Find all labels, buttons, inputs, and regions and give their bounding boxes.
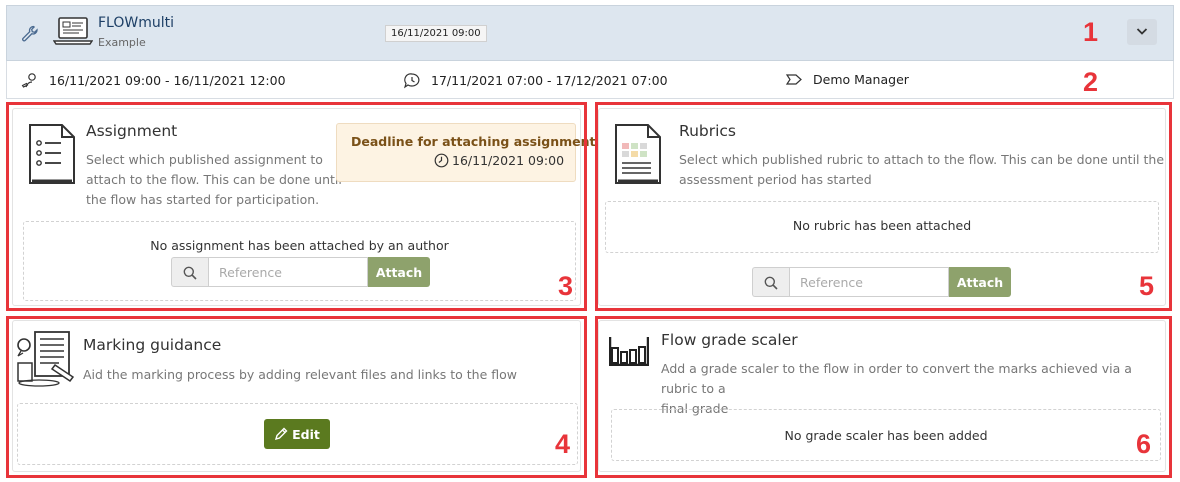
flow-name: FLOWmulti: [98, 15, 174, 31]
callout-2: 2: [1083, 67, 1099, 97]
wrench-icon[interactable]: [21, 25, 39, 43]
chevron-down-icon: [1136, 28, 1148, 35]
callout-6: 6: [1136, 429, 1152, 459]
manager-name: Demo Manager: [813, 72, 909, 87]
assessment-period: 17/11/2021 07:00 - 17/12/2021 07:00: [403, 72, 668, 89]
flow-manager: Demo Manager: [785, 72, 909, 87]
manager-icon: [785, 74, 802, 85]
participation-icon: [21, 73, 36, 88]
date-badge: 16/11/2021 09:00: [385, 25, 487, 42]
laptop-icon: [53, 17, 93, 45]
highlight-box-3: [6, 102, 587, 311]
flow-subtitle: Example: [98, 36, 146, 49]
callout-1: 1: [1083, 17, 1099, 47]
callout-4: 4: [555, 429, 571, 459]
participation-dates: 16/11/2021 09:00 - 16/11/2021 12:00: [49, 73, 286, 88]
callout-3: 3: [558, 271, 574, 301]
clock-comment-icon: [403, 73, 420, 89]
participation-period: 16/11/2021 09:00 - 16/11/2021 12:00: [21, 72, 286, 89]
callout-5: 5: [1139, 271, 1155, 301]
highlight-box-5: [595, 102, 1172, 311]
assessment-dates: 17/11/2021 07:00 - 17/12/2021 07:00: [431, 73, 668, 88]
collapse-button[interactable]: [1127, 19, 1157, 45]
flow-meta-bar: 16/11/2021 09:00 - 16/11/2021 12:00 17/1…: [6, 61, 1174, 99]
highlight-box-4: [6, 316, 587, 478]
flow-header: FLOWmulti Example 16/11/2021 09:00: [6, 5, 1174, 61]
highlight-box-6: [595, 316, 1172, 478]
